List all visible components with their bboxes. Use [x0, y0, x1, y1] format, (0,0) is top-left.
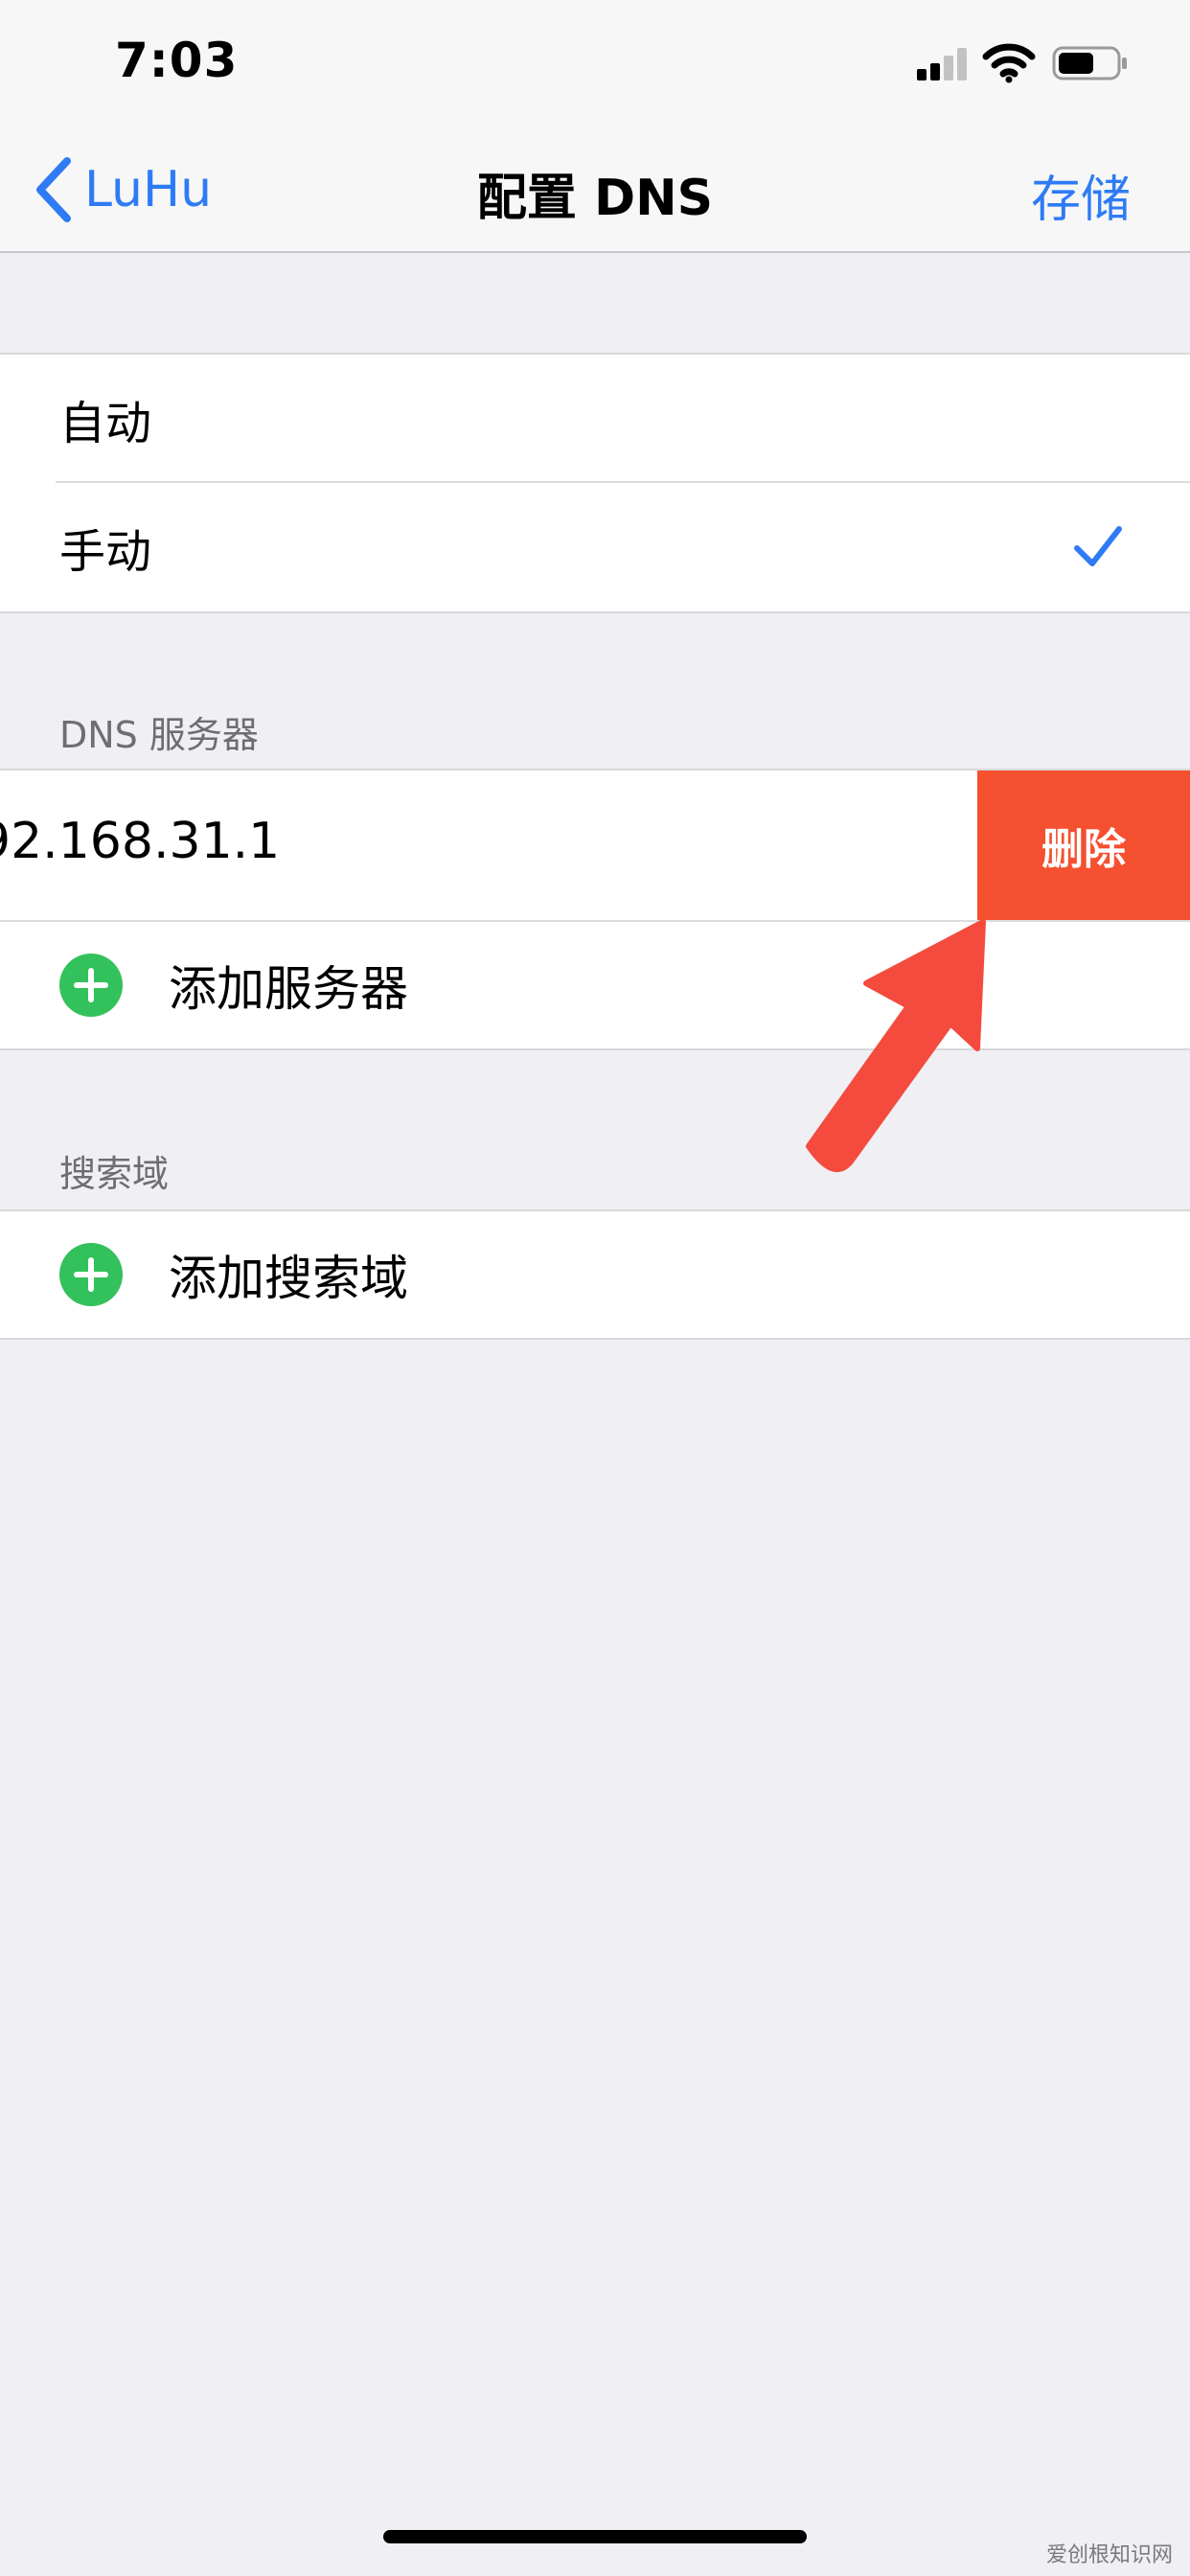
dns-server-value: 92.168.31.1 — [0, 813, 281, 870]
signal-icon — [917, 48, 967, 80]
add-circle-icon — [59, 1243, 123, 1306]
dns-servers-header: DNS 服务器 — [59, 714, 259, 756]
save-button[interactable]: 存储 — [1031, 159, 1131, 231]
page-title: 配置 DNS — [476, 170, 714, 227]
status-bar: 7:03 — [0, 0, 1190, 126]
annotation-arrow-icon — [806, 919, 986, 1172]
wifi-icon — [982, 43, 1036, 83]
add-search-domain-button[interactable]: 添加搜索域 — [0, 1211, 1190, 1338]
option-manual-label: 手动 — [59, 525, 152, 579]
dns-mode-group: 自动 手动 — [0, 353, 1190, 613]
home-indicator — [383, 2530, 807, 2543]
dns-server-row[interactable]: 92.168.31.1 删除 — [0, 770, 1190, 920]
navigation-bar: LuHu 配置 DNS 存储 — [0, 126, 1190, 253]
delete-button[interactable]: 删除 — [977, 770, 1190, 920]
search-domains-header: 搜索域 — [59, 1153, 170, 1195]
option-automatic[interactable]: 自动 — [0, 355, 1190, 483]
dns-servers-group: 92.168.31.1 删除 添加服务器 — [0, 769, 1190, 1050]
watermark: 爱创根知识网 — [1045, 2543, 1173, 2567]
add-server-button[interactable]: 添加服务器 — [0, 922, 1190, 1048]
battery-icon — [1052, 46, 1127, 80]
checkmark-icon — [1074, 526, 1122, 566]
add-server-label: 添加服务器 — [169, 961, 408, 1017]
add-search-domain-label: 添加搜索域 — [169, 1251, 408, 1306]
search-domains-group: 添加搜索域 — [0, 1209, 1190, 1340]
add-circle-icon — [59, 954, 123, 1017]
option-automatic-label: 自动 — [59, 397, 152, 450]
option-manual[interactable]: 手动 — [0, 483, 1190, 611]
status-time: 7:03 — [115, 33, 239, 88]
